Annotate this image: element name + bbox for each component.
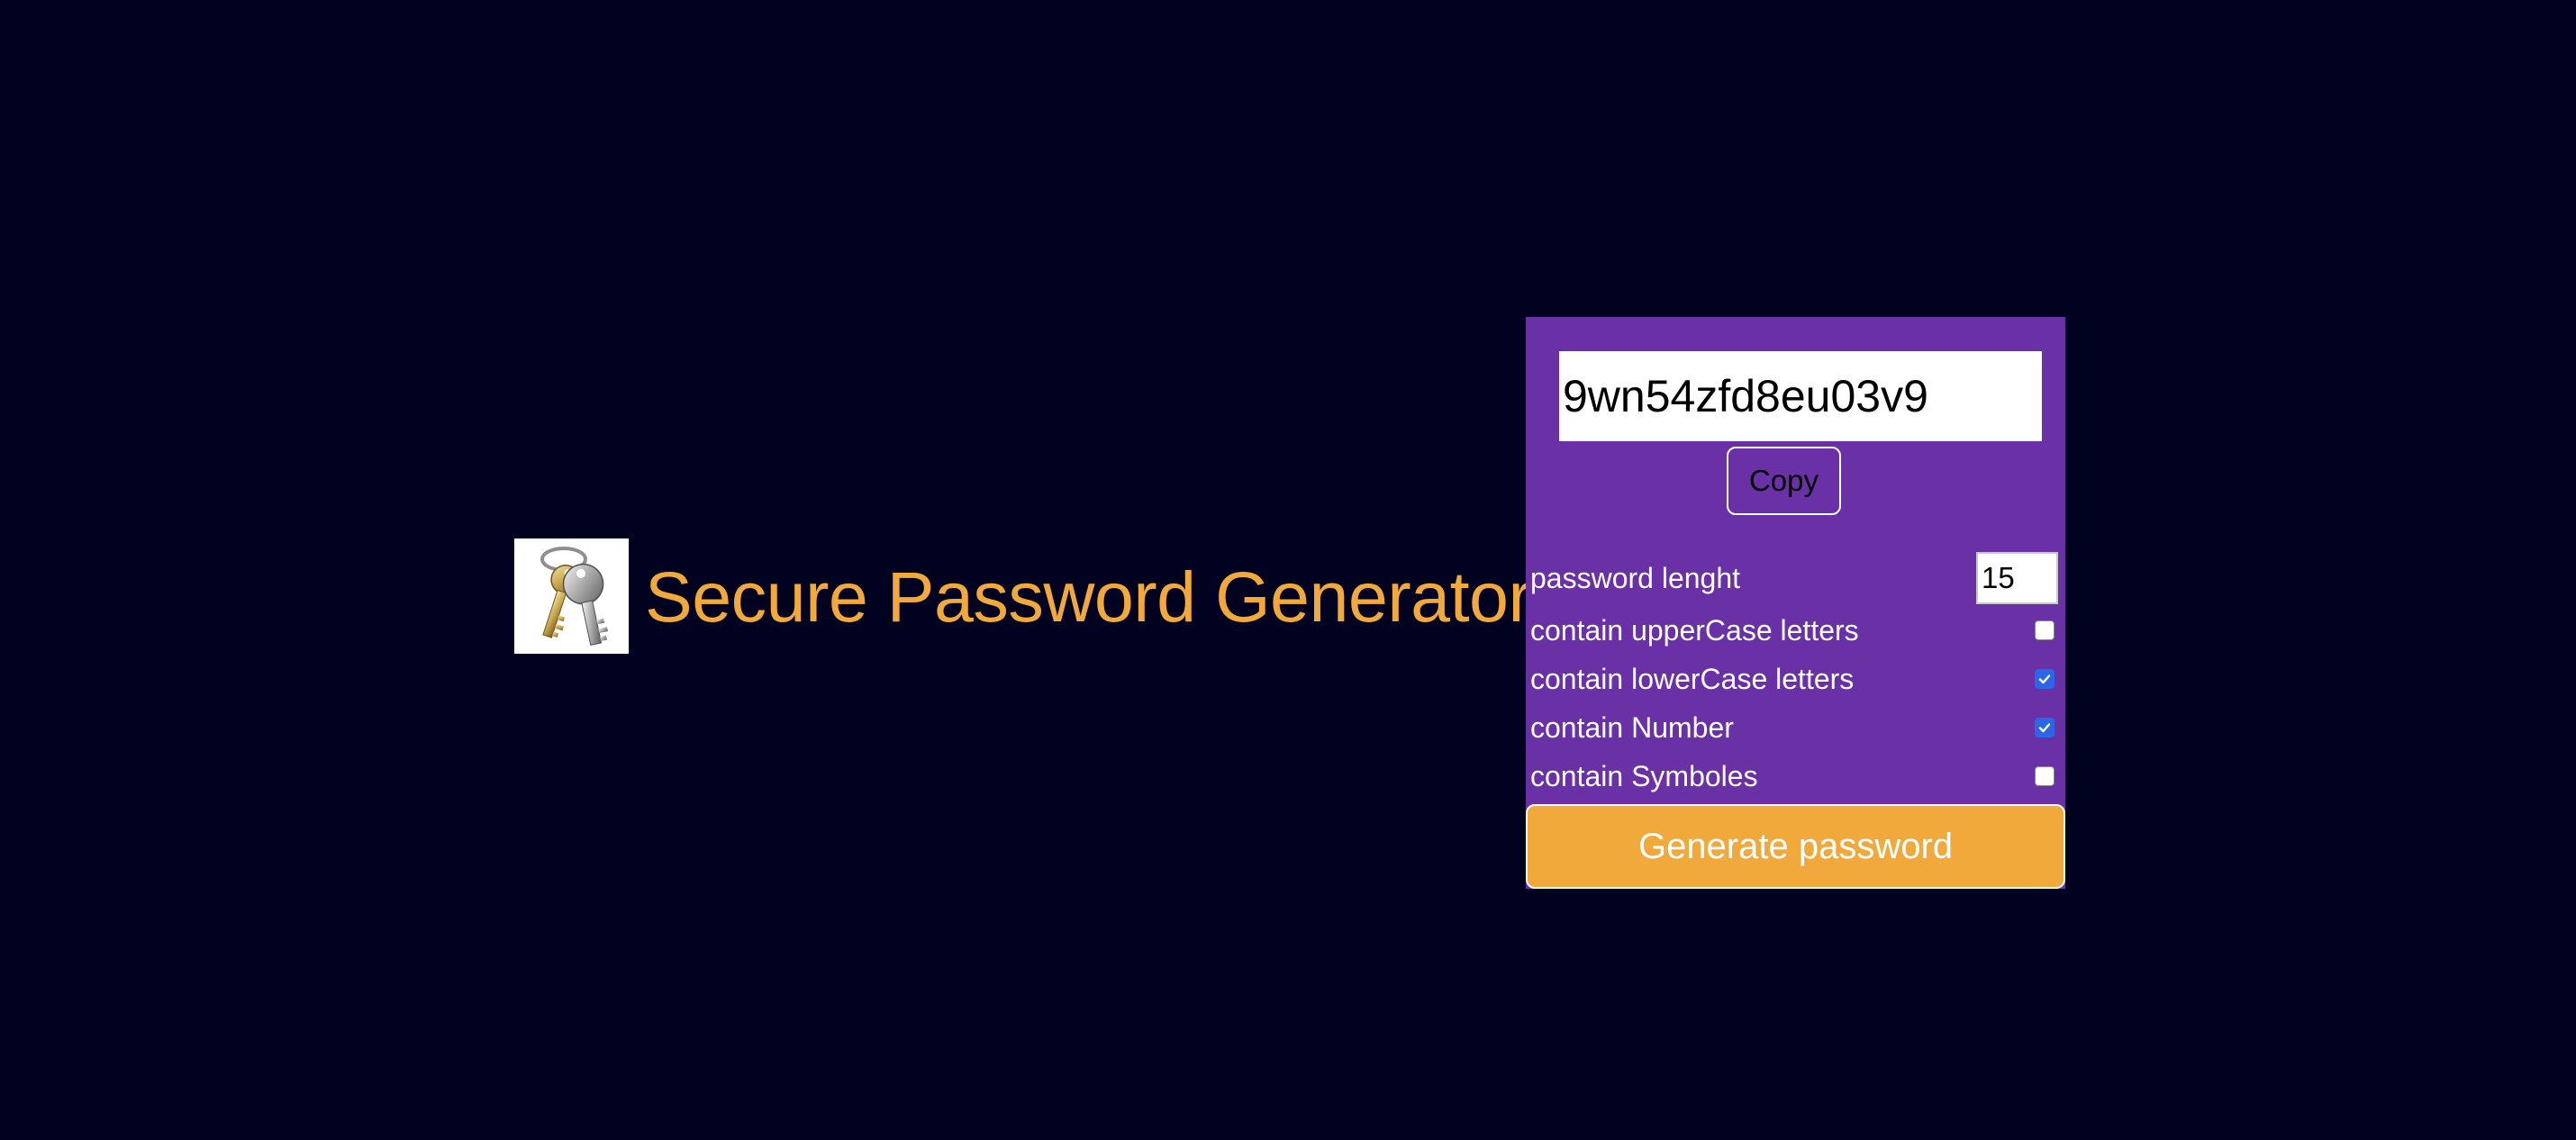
app-header: Secure Password Generator: [514, 538, 1532, 654]
option-row-number: contain Number: [1530, 705, 2058, 750]
page-title: Secure Password Generator: [645, 556, 1532, 637]
password-output[interactable]: [1559, 351, 2042, 441]
lowercase-checkbox[interactable]: [2035, 669, 2054, 689]
keys-icon: [514, 538, 629, 654]
option-label: contain Symboles: [1530, 759, 1758, 792]
length-input[interactable]: [1976, 552, 2058, 604]
checkmark-icon: [2038, 723, 2051, 733]
generate-password-button[interactable]: Generate password: [1526, 804, 2065, 889]
length-row: password lenght: [1530, 552, 2058, 604]
checkmark-icon: [2038, 674, 2051, 684]
symbols-checkbox[interactable]: [2035, 766, 2054, 786]
option-label: contain upperCase letters: [1530, 613, 1859, 647]
length-label: password lenght: [1530, 561, 1741, 594]
number-checkbox[interactable]: [2035, 718, 2054, 737]
option-row-lowercase: contain lowerCase letters: [1530, 656, 2058, 701]
generator-panel: Copy password lenght contain upperCase l…: [1526, 317, 2065, 889]
option-row-uppercase: contain upperCase letters: [1530, 608, 2058, 653]
copy-button[interactable]: Copy: [1727, 447, 1841, 515]
option-label: contain lowerCase letters: [1530, 662, 1855, 695]
uppercase-checkbox[interactable]: [2035, 620, 2054, 640]
option-row-symbols: contain Symboles: [1530, 754, 2058, 799]
option-label: contain Number: [1530, 710, 1734, 744]
